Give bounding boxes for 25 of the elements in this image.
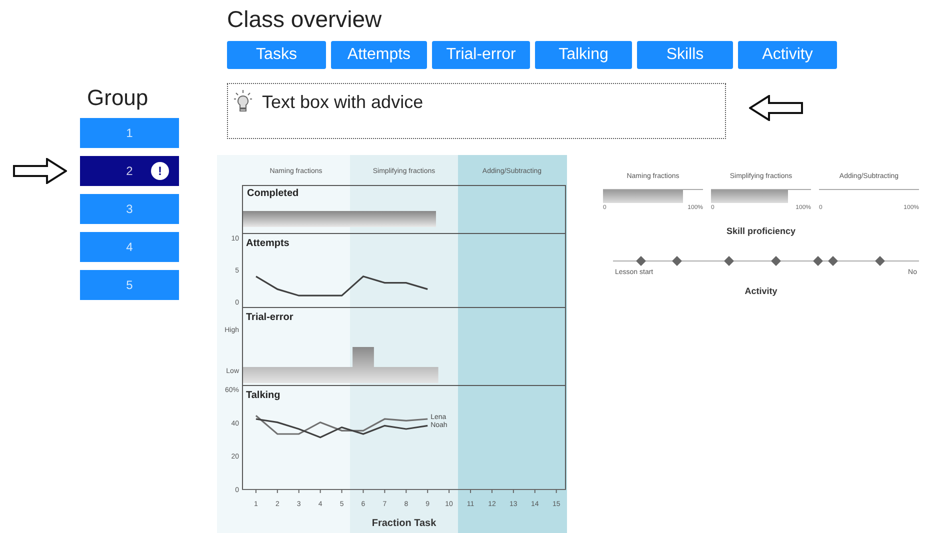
page-title: Class overview (227, 5, 383, 33)
group-title: Group (87, 84, 150, 112)
tab[interactable]: Tasks (227, 41, 326, 69)
tab[interactable]: Talking (535, 41, 632, 69)
arrow-icon (749, 95, 803, 121)
advice-text: Text box with advice (262, 91, 424, 114)
group-button[interactable]: 3 (80, 194, 179, 224)
section-title: Skill proficiency (725, 224, 797, 238)
alert-badge: ! (151, 162, 169, 180)
panel-title: Attempts (246, 238, 290, 249)
group-button[interactable]: 1 (80, 118, 179, 148)
panel-title: Talking (246, 390, 280, 401)
tab[interactable]: Trial-error (432, 41, 530, 69)
panel-title: Completed (246, 187, 299, 200)
section-title: Activity (744, 284, 778, 298)
group-button[interactable]: 5 (80, 270, 179, 300)
group-button[interactable]: 2 ! (80, 156, 179, 186)
axis-title: Fraction Task (372, 518, 436, 529)
arrow-icon (13, 158, 67, 184)
tab[interactable]: Skills (637, 41, 733, 69)
tab[interactable]: Attempts (331, 41, 427, 69)
tab[interactable]: Activity (738, 41, 837, 69)
panel-title: Trial-error (246, 312, 294, 323)
lightbulb-icon (234, 90, 252, 112)
group-button[interactable]: 4 (80, 232, 179, 262)
